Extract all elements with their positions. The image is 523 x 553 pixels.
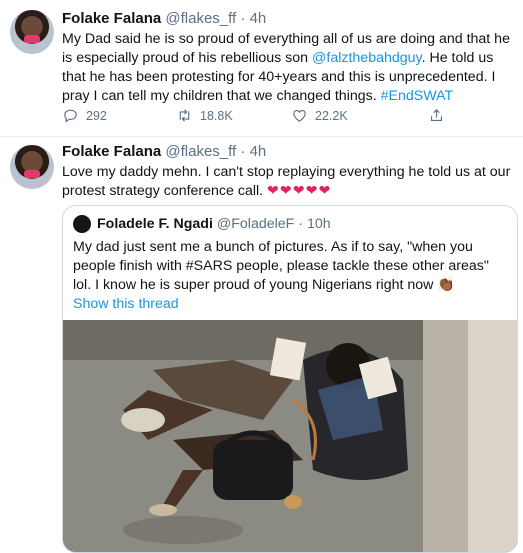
- like-icon: [293, 109, 306, 122]
- author-handle[interactable]: @flakes_ff: [165, 143, 236, 160]
- share-button[interactable]: [428, 107, 445, 124]
- tweet-text: Love my daddy mehn. I can't stop replayi…: [62, 163, 514, 201]
- tweet-header: Folake Falana @flakes_ff · 4h: [62, 143, 266, 160]
- author-name[interactable]: Folake Falana: [62, 10, 161, 27]
- like-count: 22.2K: [315, 108, 348, 123]
- tweet-actions: 292 18.8K 22.2K: [62, 107, 462, 127]
- tweet-text: My Dad said he is so proud of everything…: [62, 30, 514, 106]
- timestamp[interactable]: 4h: [250, 143, 267, 160]
- mention-link[interactable]: @falzthebahdguy: [312, 50, 422, 66]
- tweet[interactable]: Folake Falana @flakes_ff · 4h My Dad sai…: [0, 0, 523, 137]
- avatar[interactable]: [10, 10, 54, 54]
- avatar: [73, 215, 91, 233]
- retweet-icon: [179, 109, 190, 122]
- heart-emoji: ❤❤❤❤❤: [267, 183, 332, 199]
- quoted-tweet-header: Foladele F. Ngadi @FoladeleF · 10h: [73, 215, 331, 233]
- author-name[interactable]: Folake Falana: [62, 143, 161, 160]
- photo-illustration: [63, 320, 517, 552]
- quoted-tweet-photo[interactable]: [63, 320, 517, 552]
- hashtag-link[interactable]: #EndSWAT: [381, 88, 454, 104]
- quoted-author-name: Foladele F. Ngadi: [97, 216, 213, 232]
- timestamp[interactable]: 4h: [250, 10, 267, 27]
- retweet-button[interactable]: 18.8K: [176, 107, 233, 124]
- show-thread-link[interactable]: Show this thread: [73, 296, 179, 312]
- quoted-author-handle: @FoladeleF: [216, 216, 295, 232]
- avatar[interactable]: [10, 145, 54, 189]
- author-handle[interactable]: @flakes_ff: [165, 10, 236, 27]
- reply-button[interactable]: 292: [62, 107, 107, 124]
- tweet-header: Folake Falana @flakes_ff · 4h: [62, 10, 266, 27]
- separator-dot: ·: [298, 216, 304, 232]
- tweet[interactable]: Folake Falana @flakes_ff · 4h Love my da…: [0, 137, 523, 553]
- retweet-count: 18.8K: [200, 108, 233, 123]
- quoted-tweet[interactable]: Foladele F. Ngadi @FoladeleF · 10h My da…: [62, 205, 518, 553]
- share-icon: [430, 109, 443, 122]
- like-button[interactable]: 22.2K: [291, 107, 348, 124]
- separator-dot: ·: [240, 143, 246, 160]
- reply-icon: [64, 109, 77, 123]
- separator-dot: ·: [240, 10, 246, 27]
- quoted-timestamp: 10h: [306, 216, 331, 232]
- reply-count: 292: [86, 108, 107, 123]
- quoted-tweet-text: My dad just sent me a bunch of pictures.…: [73, 239, 489, 293]
